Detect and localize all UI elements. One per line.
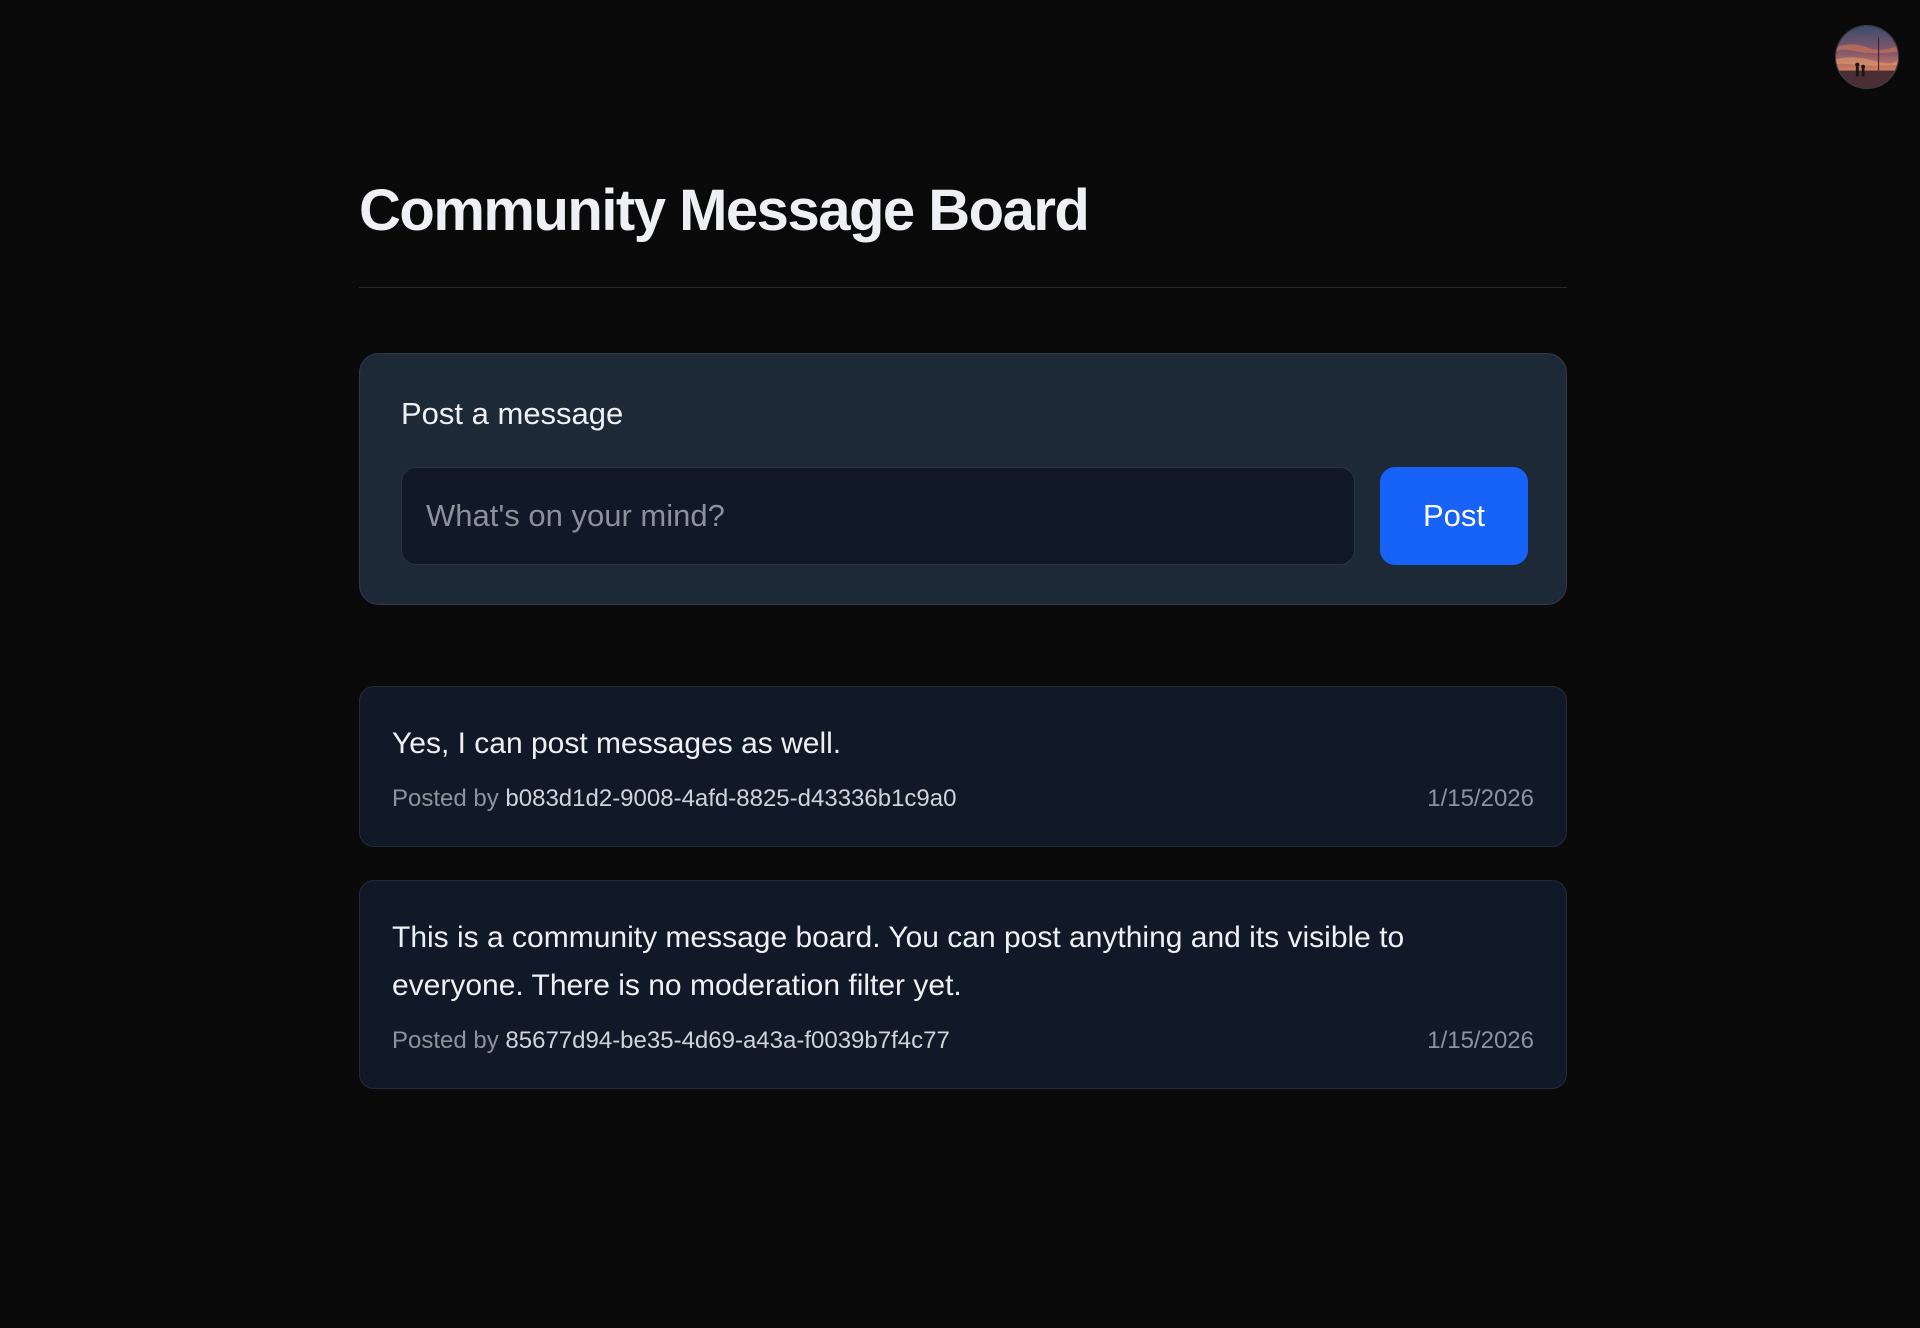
- message-date: 1/15/2026: [1427, 785, 1534, 812]
- message-meta: Posted by 85677d94-be35-4d69-a43a-f0039b…: [392, 1027, 1534, 1057]
- message-input[interactable]: [401, 467, 1355, 565]
- avatar-photo-icon: [1836, 26, 1898, 88]
- user-avatar[interactable]: [1835, 25, 1899, 89]
- post-message-card: Post a message Post: [359, 353, 1567, 605]
- page-title: Community Message Board: [359, 178, 1090, 243]
- message-card: Yes, I can post messages as well. Posted…: [359, 686, 1567, 847]
- posted-by-label: Posted by: [392, 785, 499, 812]
- posted-by: Posted by 85677d94-be35-4d69-a43a-f0039b…: [392, 1027, 950, 1055]
- message-text: This is a community message board. You c…: [392, 921, 1405, 1002]
- message-card: This is a community message board. You c…: [359, 880, 1567, 1089]
- title-divider: [359, 287, 1567, 288]
- post-button[interactable]: Post: [1380, 467, 1528, 565]
- message-date: 1/15/2026: [1427, 1027, 1534, 1054]
- author-id: 85677d94-be35-4d69-a43a-f0039b7f4c77: [505, 1027, 950, 1054]
- post-message-heading: Post a message: [401, 396, 624, 431]
- posted-by: Posted by b083d1d2-9008-4afd-8825-d43336…: [392, 785, 956, 813]
- posted-by-label: Posted by: [392, 1027, 499, 1054]
- message-text: Yes, I can post messages as well.: [392, 727, 842, 760]
- message-meta: Posted by b083d1d2-9008-4afd-8825-d43336…: [392, 785, 1534, 815]
- author-id: b083d1d2-9008-4afd-8825-d43336b1c9a0: [505, 785, 957, 812]
